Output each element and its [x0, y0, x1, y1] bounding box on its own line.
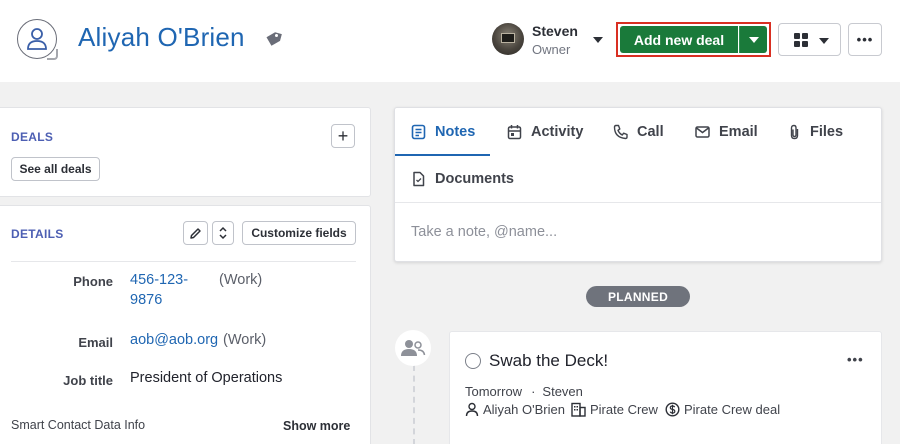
details-section: DETAILS Customize fields Phone 456-123- …: [0, 205, 371, 444]
notes-icon: [411, 124, 426, 140]
activity-deal[interactable]: Pirate Crew deal: [665, 402, 780, 417]
smart-contact-data-label: Smart Contact Data Info: [11, 418, 146, 432]
calendar-icon: [507, 125, 522, 140]
divider: [395, 202, 881, 203]
email-label: Email: [78, 335, 113, 350]
activity-assignee: Steven: [542, 384, 583, 399]
tab-documents-label: Documents: [435, 171, 514, 187]
building-icon: [571, 402, 586, 417]
activity-contact[interactable]: Aliyah O'Brien: [465, 402, 565, 417]
meta-separator: ·: [531, 384, 536, 399]
deals-section: DEALS + See all deals: [0, 107, 371, 197]
owner-avatar[interactable]: [492, 23, 524, 55]
mark-done-checkbox[interactable]: [465, 353, 481, 369]
divider: [11, 261, 356, 262]
chevron-down-icon[interactable]: [593, 37, 603, 43]
activity-deal-name: Pirate Crew deal: [684, 402, 781, 417]
activity-contact-name: Aliyah O'Brien: [483, 402, 565, 417]
person-icon: [17, 19, 58, 60]
activity-item: Swab the Deck! ••• Tomorrow · Steven Ali…: [449, 331, 882, 444]
add-deal-highlight: Add new deal: [616, 22, 771, 57]
email-type: (Work): [223, 332, 267, 348]
person-name: Aliyah O'Brien: [78, 22, 245, 52]
planned-badge: PLANNED: [586, 286, 690, 307]
phone-label: Phone: [73, 274, 113, 289]
deals-title: DEALS: [11, 130, 54, 144]
label-tag-icon[interactable]: [263, 30, 283, 50]
owner-name[interactable]: Steven: [532, 23, 578, 39]
tab-email-label: Email: [719, 124, 758, 140]
document-icon: [413, 171, 425, 187]
pencil-icon: [190, 227, 201, 239]
activity-organization[interactable]: Pirate Crew: [571, 402, 658, 417]
contact-header: Aliyah O'Brien Steven Owner Add new deal…: [0, 0, 900, 82]
note-input[interactable]: Take a note, @name...: [411, 224, 557, 240]
tab-email[interactable]: Email: [695, 121, 758, 143]
chevron-updown-icon: [219, 226, 227, 240]
edit-pencil-button[interactable]: [183, 221, 208, 245]
phone-type: (Work): [219, 272, 263, 288]
activity-title[interactable]: Swab the Deck!: [489, 351, 608, 371]
add-deal-plus-button[interactable]: +: [331, 124, 355, 148]
tab-call[interactable]: Call: [613, 121, 664, 143]
tab-files[interactable]: Files: [788, 121, 843, 143]
tab-activity-label: Activity: [531, 124, 584, 140]
paperclip-icon: [790, 124, 799, 140]
details-title: DETAILS: [11, 227, 64, 241]
activity-more-button[interactable]: •••: [847, 352, 864, 367]
timeline-line: [413, 365, 415, 444]
see-all-deals-button[interactable]: See all deals: [11, 157, 100, 181]
meeting-icon: [395, 330, 431, 366]
tab-notes[interactable]: Notes: [411, 121, 475, 143]
phone-value-line1[interactable]: 456-123-: [130, 272, 188, 288]
tab-documents[interactable]: Documents: [411, 168, 514, 190]
show-more-link[interactable]: Show more: [283, 419, 350, 433]
add-deal-dropdown-button[interactable]: [739, 26, 767, 53]
grid-icon: [794, 33, 808, 47]
chevron-down-icon: [819, 38, 829, 44]
dollar-icon: [665, 402, 680, 417]
owner-role: Owner: [532, 42, 571, 57]
tab-activity[interactable]: Activity: [507, 121, 583, 143]
more-options-button[interactable]: •••: [848, 23, 882, 56]
tab-files-label: Files: [810, 124, 844, 140]
email-value[interactable]: aob@aob.org: [130, 332, 218, 348]
person-icon: [465, 402, 479, 417]
activity-due: Tomorrow · Steven: [465, 384, 583, 399]
view-switcher-button[interactable]: [778, 23, 841, 56]
phone-value-line2[interactable]: 9876: [130, 292, 162, 308]
activity-when: Tomorrow: [465, 384, 523, 399]
active-tab-indicator: [395, 154, 490, 156]
job-title-label: Job title: [63, 373, 113, 388]
mail-icon: [695, 126, 710, 138]
add-new-deal-button[interactable]: Add new deal: [620, 26, 738, 53]
customize-fields-button[interactable]: Customize fields: [242, 221, 356, 245]
job-title-value[interactable]: President of Operations: [130, 370, 282, 386]
expand-collapse-button[interactable]: [212, 221, 234, 245]
tab-call-label: Call: [637, 124, 664, 140]
phone-icon: [613, 124, 628, 140]
activity-organization-name: Pirate Crew: [590, 402, 658, 417]
activity-composer: Notes Activity Call Email Files Document…: [394, 107, 882, 262]
tab-notes-label: Notes: [435, 124, 476, 140]
